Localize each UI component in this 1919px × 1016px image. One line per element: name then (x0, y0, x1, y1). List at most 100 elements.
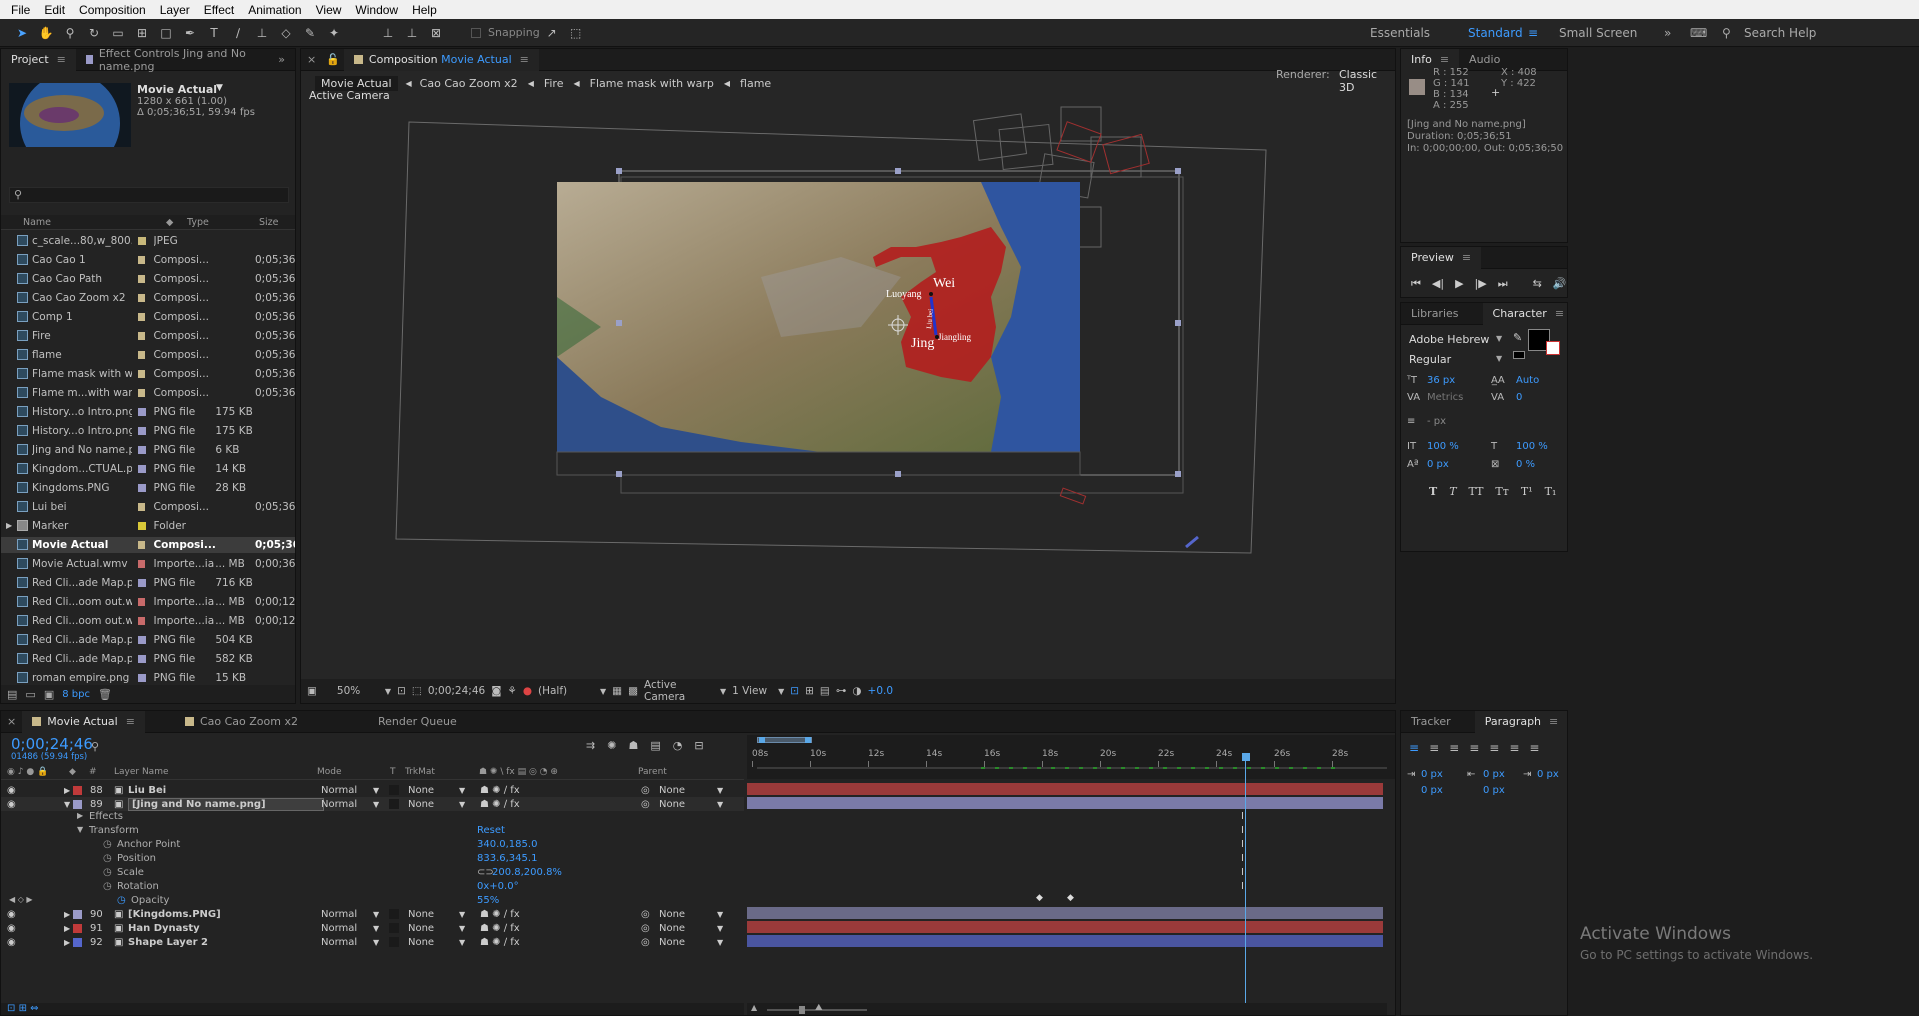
vertical-scale-value[interactable]: 100 % (1427, 441, 1459, 452)
chevron-down-icon[interactable]: ▼ (1496, 334, 1502, 343)
track-matte-select[interactable]: None (408, 923, 434, 934)
camera-view-select[interactable]: Active Camera (644, 679, 714, 703)
justify-left-icon[interactable]: ≡ (1469, 741, 1479, 755)
property-scale-value[interactable]: 200.8,200.8% (492, 867, 562, 878)
label-color-swatch[interactable] (73, 785, 82, 795)
blend-mode-select[interactable]: Normal (321, 909, 357, 920)
property-keyframe-marker[interactable]: I (1241, 839, 1244, 850)
opacity-keyframe-icon[interactable]: ◆ (1067, 893, 1074, 903)
chevron-down-icon[interactable]: ▼ (373, 938, 379, 947)
label-color-swatch[interactable] (137, 578, 146, 587)
flowchart-icon[interactable]: ⊶ (836, 685, 847, 697)
pickwhip-icon[interactable]: ◎ (641, 799, 650, 810)
label-color-swatch[interactable] (137, 350, 146, 359)
panel-menu-icon[interactable]: ≡ (126, 715, 135, 728)
layer-duration-bar[interactable] (747, 935, 1383, 947)
col-size[interactable]: Size (259, 217, 279, 228)
eyedropper-icon[interactable]: ✎ (1513, 331, 1522, 344)
workspace-small-screen[interactable]: Small Screen (1559, 19, 1637, 47)
chevron-down-icon[interactable]: ▼ (373, 800, 379, 809)
col-mode[interactable]: Mode (317, 767, 342, 777)
panel-menu-icon[interactable]: ≡ (1462, 251, 1471, 264)
play-icon[interactable]: ▶ (1455, 277, 1463, 291)
chevron-down-icon[interactable]: ▼ (459, 910, 465, 919)
clone-stamp-tool-icon[interactable]: ⊥ (253, 24, 271, 42)
type-tool-icon[interactable]: T (205, 24, 223, 42)
menu-composition[interactable]: Composition (72, 3, 153, 17)
eye-icon[interactable]: ◉ (7, 785, 16, 796)
property-keyframe-marker[interactable]: I (1241, 825, 1244, 836)
last-frame-icon[interactable]: ⏭ (1498, 277, 1508, 291)
zoom-out-icon[interactable]: ▲ (751, 1003, 757, 1012)
resolution-select[interactable]: (Half) (538, 685, 594, 697)
stopwatch-icon[interactable]: ◷ (103, 853, 112, 864)
label-color-swatch[interactable] (137, 502, 146, 511)
graph-editor-icon[interactable]: ⊟ (694, 739, 703, 752)
stopwatch-icon[interactable]: ◷ (103, 881, 112, 892)
chevron-down-icon[interactable]: ▼ (459, 938, 465, 947)
timeline-current-time[interactable]: 0;00;24;46 (11, 735, 93, 753)
layer-name[interactable]: [Kingdoms.PNG] (128, 909, 221, 920)
expand-arrow-icon[interactable]: ▶ (77, 811, 83, 820)
label-color-swatch[interactable] (137, 445, 146, 454)
col-layer-name[interactable]: Layer Name (114, 767, 169, 777)
close-icon[interactable]: × (1, 711, 22, 733)
expand-arrow-icon[interactable]: ▶ (6, 521, 12, 530)
justify-right-icon[interactable]: ≡ (1509, 741, 1519, 755)
transform-handle[interactable] (1175, 168, 1181, 174)
project-item[interactable]: History...o Intro.png PNG file 175 KB (1, 404, 295, 420)
transform-handle[interactable] (1175, 471, 1181, 477)
zoom-tool-icon[interactable]: ⚲ (61, 24, 79, 42)
breadcrumb-flame[interactable]: flame (740, 77, 771, 90)
eye-icon[interactable]: ◉ (7, 799, 16, 810)
label-color-swatch[interactable] (137, 521, 146, 530)
chevron-down-icon[interactable]: ▼ (717, 800, 723, 809)
world-axis-icon[interactable]: ⊥ (403, 24, 421, 42)
pickwhip-icon[interactable]: ◎ (641, 923, 650, 934)
black-swatch[interactable] (1513, 351, 1525, 359)
shy-layers-icon[interactable]: ☗ (628, 739, 638, 752)
pickwhip-icon[interactable]: ◎ (641, 785, 650, 796)
chevron-down-icon[interactable]: ▼ (373, 924, 379, 933)
label-color-swatch[interactable] (137, 597, 146, 606)
expand-arrow-icon[interactable]: ▶ (64, 938, 70, 947)
stroke-width-value[interactable]: - px (1427, 416, 1446, 427)
chevron-down-icon[interactable]: ▼ (717, 910, 723, 919)
transform-handle[interactable] (616, 320, 622, 326)
track-matte-select[interactable]: None (408, 909, 434, 920)
always-preview-icon[interactable]: ▣ (307, 685, 317, 697)
tab-libraries[interactable]: Libraries (1401, 303, 1469, 325)
col-number[interactable]: # (89, 767, 97, 777)
new-composition-icon[interactable]: ▣ (44, 688, 54, 701)
panel-menu-icon[interactable]: ≡ (57, 53, 66, 66)
panel-menu-icon[interactable]: ≡ (1549, 715, 1558, 728)
toggle-pixel-icon[interactable]: ⊡ (790, 685, 799, 697)
label-color-swatch[interactable] (137, 236, 146, 245)
breadcrumb-flame-mask[interactable]: Flame mask with warp (590, 77, 714, 90)
justify-all-icon[interactable]: ≡ (1529, 741, 1539, 755)
project-item[interactable]: History...o Intro.png PNG file 175 KB (1, 423, 295, 439)
chevron-down-icon[interactable]: ▼ (216, 83, 223, 93)
menu-window[interactable]: Window (348, 3, 405, 17)
all-caps-button[interactable]: TT (1469, 485, 1484, 498)
pickwhip-icon[interactable]: ◎ (641, 909, 650, 920)
expand-arrow-icon[interactable]: ▶ (64, 924, 70, 933)
chevron-down-icon[interactable]: ▼ (778, 687, 784, 696)
layer-name[interactable]: Han Dynasty (128, 923, 200, 934)
snapshot-icon[interactable]: ◙ (491, 685, 501, 697)
tab-render-queue[interactable]: Render Queue (368, 711, 467, 733)
menu-file[interactable]: File (4, 3, 37, 17)
region-of-interest-icon[interactable]: ▦ (612, 685, 622, 697)
time-ruler[interactable]: 08s 10s 12s 14s 16s 18s 20s 22s 24s 26s 28s (747, 735, 1395, 779)
stopwatch-icon[interactable]: ◷ (117, 895, 126, 906)
tab-paragraph[interactable]: Paragraph ≡ (1474, 711, 1567, 733)
label-color-swatch[interactable] (137, 312, 146, 321)
snap-edges-icon[interactable]: ↗ (543, 24, 561, 42)
col-parent[interactable]: Parent (638, 767, 667, 777)
project-item[interactable]: ▶ Marker Folder (1, 518, 295, 534)
label-color-swatch[interactable] (137, 483, 146, 492)
opacity-keyframe-icon[interactable]: ◆ (1036, 893, 1043, 903)
property-keyframe-marker[interactable]: I (1241, 867, 1244, 878)
workspace-menu-icon[interactable]: ≡ (1528, 19, 1538, 47)
chevron-down-icon[interactable]: ▼ (717, 786, 723, 795)
